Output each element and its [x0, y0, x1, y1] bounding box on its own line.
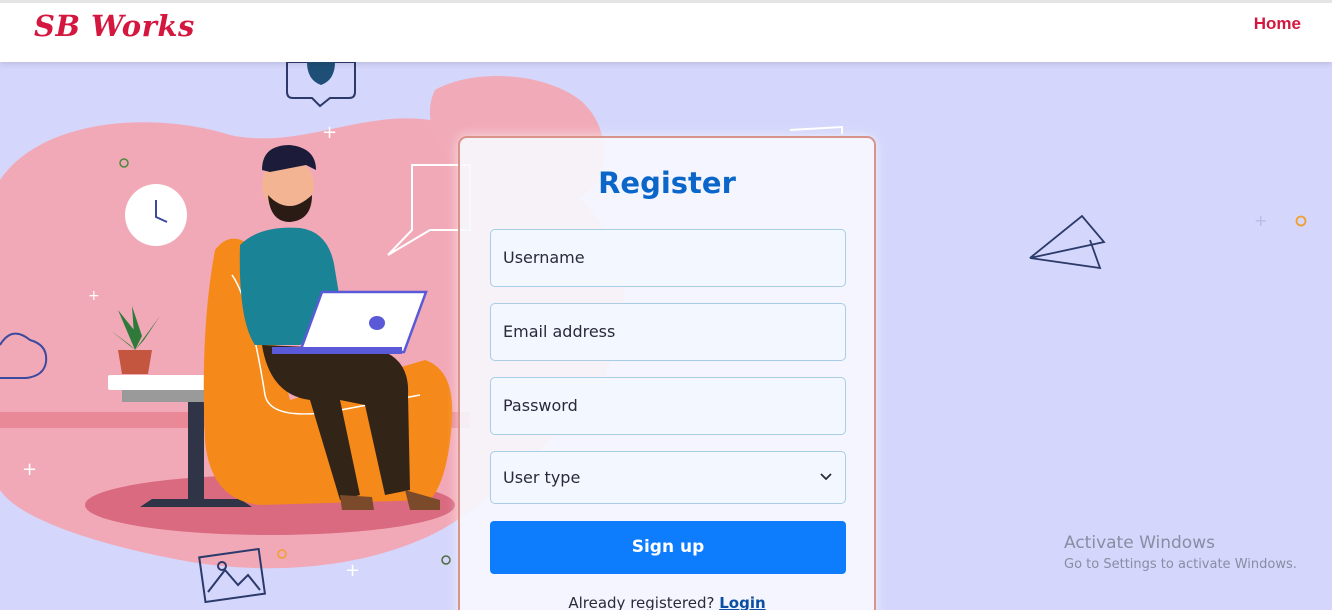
nav-home-link[interactable]: Home: [1254, 14, 1301, 34]
brand-logo[interactable]: SB Works: [34, 9, 195, 43]
navbar: SB Works Home: [0, 0, 1332, 62]
paper-plane-icon: [1029, 214, 1106, 270]
user-type-value: User type: [503, 468, 581, 487]
signup-button[interactable]: Sign up: [490, 521, 846, 574]
plant-pot: [118, 350, 152, 374]
email-input[interactable]: Email address: [490, 303, 846, 361]
login-link[interactable]: Login: [719, 594, 765, 610]
register-card: Register Username Email address Password…: [458, 136, 876, 610]
password-input[interactable]: Password: [490, 377, 846, 435]
windows-watermark: Activate Windows Go to Settings to activ…: [1064, 533, 1297, 572]
svg-text:+: +: [22, 459, 37, 480]
laptop: [298, 290, 428, 354]
user-type-select[interactable]: User type: [490, 451, 846, 504]
svg-text:+: +: [345, 560, 360, 581]
username-input[interactable]: Username: [490, 229, 846, 287]
chevron-down-icon: [820, 473, 832, 481]
already-registered-text: Already registered?: [568, 594, 715, 610]
svg-text:+: +: [88, 288, 100, 304]
watermark-subtitle: Go to Settings to activate Windows.: [1064, 557, 1297, 572]
svg-text:+: +: [322, 122, 337, 143]
watermark-title: Activate Windows: [1064, 533, 1215, 553]
register-title: Register: [598, 166, 736, 200]
already-registered: Already registered? Login: [460, 594, 874, 610]
svg-text:+: +: [1254, 211, 1267, 230]
heart-icon: [307, 62, 335, 85]
